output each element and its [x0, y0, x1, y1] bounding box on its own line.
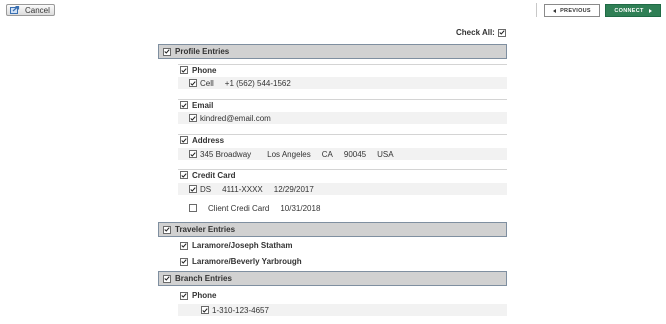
card-expiry: 10/31/2018 [280, 203, 321, 213]
credit-card-checkbox[interactable] [180, 171, 188, 179]
group-header-address: Address [178, 134, 507, 145]
address-street: 345 Broadway [200, 149, 252, 159]
group-label: Phone [192, 291, 217, 300]
checkmark-icon [164, 227, 170, 232]
checkmark-icon [202, 307, 208, 313]
section-header-branch-entries: Branch Entries [158, 271, 507, 286]
phone-number: +1 (562) 544-1562 [224, 78, 291, 88]
checkmark-icon [181, 137, 187, 143]
checkmark-icon [181, 293, 187, 298]
card-expiry: 12/29/2017 [273, 184, 314, 194]
client-card-checkbox[interactable] [189, 204, 197, 212]
list-item-cell-phone: Cell +1 (562) 544-1562 [178, 77, 507, 89]
group-header-phone: Phone [178, 64, 507, 75]
email-value: kindred@email.com [200, 113, 271, 123]
group-label: Email [192, 100, 214, 110]
section-title: Traveler Entries [175, 225, 236, 234]
address-zip: 90045 [343, 149, 367, 159]
checkmark-icon [181, 259, 187, 264]
connect-button[interactable]: CONNECT [605, 4, 661, 17]
address-state: CA [321, 149, 333, 159]
address-checkbox[interactable] [180, 136, 188, 144]
traveler-entries-checkbox[interactable] [163, 225, 171, 234]
section-header-profile-entries: Profile Entries [158, 44, 507, 59]
branch-entries-checkbox[interactable] [163, 274, 171, 283]
group-label: Address [192, 135, 225, 145]
address-value-checkbox[interactable] [189, 150, 197, 158]
checkmark-icon [181, 102, 187, 108]
checkmark-icon [190, 151, 196, 157]
phone-checkbox[interactable] [180, 66, 188, 74]
list-item-client-credit-card: Client Credi Card 10/31/2018 [178, 202, 507, 214]
card-ds-checkbox[interactable] [189, 185, 197, 193]
list-item-email: kindred@email.com [178, 112, 507, 124]
branch-phone-number: 1-310-123-4657 [212, 305, 269, 315]
traveler-name: Laramore/Beverly Yarbrough [192, 257, 302, 266]
section-header-traveler-entries: Traveler Entries [158, 222, 507, 237]
card-name: Client Credi Card [208, 203, 270, 213]
checkmark-icon [190, 80, 196, 86]
group-label: Phone [192, 65, 217, 75]
list-item-address: 345 Broadway Los Angeles CA 90045 USA [178, 148, 507, 160]
group-header-credit-card: Credit Card [178, 169, 507, 180]
check-all-checkbox[interactable] [497, 28, 506, 37]
cancel-label: Cancel [25, 5, 50, 15]
checkmark-icon [181, 243, 187, 248]
traveler-checkbox[interactable] [180, 257, 188, 266]
section-title: Profile Entries [175, 47, 230, 56]
address-city: Los Angeles [267, 149, 311, 159]
group-header-branch-phone: Phone [178, 290, 507, 301]
checkmark-icon [499, 30, 505, 35]
branch-phone-value-checkbox[interactable] [201, 306, 209, 314]
checkmark-icon [181, 67, 187, 73]
checkmark-icon [190, 115, 196, 121]
checkmark-icon [190, 186, 196, 192]
checkmark-icon [164, 276, 170, 281]
list-item-traveler: Laramore/Joseph Statham [178, 240, 507, 251]
list-item-credit-card-ds: DS 4111-XXXX 12/29/2017 [178, 183, 507, 195]
checkmark-icon [181, 172, 187, 178]
arrow-right-icon [648, 8, 652, 13]
email-checkbox[interactable] [180, 101, 188, 109]
phone-type: Cell [200, 78, 214, 88]
section-title: Branch Entries [175, 274, 232, 283]
check-all-label: Check All: [456, 28, 495, 37]
arrow-left-icon [553, 8, 557, 13]
cancel-button[interactable]: Cancel [6, 4, 55, 16]
list-item-traveler: Laramore/Beverly Yarbrough [178, 256, 507, 267]
list-item-branch-phone: 1-310-123-4657 [178, 304, 507, 316]
group-label: Credit Card [192, 170, 236, 180]
cancel-icon [10, 5, 20, 14]
card-number: 4111-XXXX [222, 184, 263, 194]
previous-label: PREVIOUS [560, 7, 591, 14]
traveler-checkbox[interactable] [180, 241, 188, 250]
previous-button[interactable]: PREVIOUS [544, 4, 600, 17]
address-country: USA [377, 149, 394, 159]
profile-entries-checkbox[interactable] [163, 47, 171, 56]
connect-label: CONNECT [614, 7, 644, 14]
group-header-email: Email [178, 99, 507, 110]
toolbar: Cancel PREVIOUS CONNECT [0, 0, 666, 20]
card-type: DS [200, 184, 212, 194]
check-all: Check All: [456, 28, 506, 37]
traveler-name: Laramore/Joseph Statham [192, 241, 293, 250]
email-value-checkbox[interactable] [189, 114, 197, 122]
cell-phone-checkbox[interactable] [189, 79, 197, 87]
checkmark-icon [164, 49, 170, 54]
branch-phone-checkbox[interactable] [180, 291, 188, 300]
toolbar-divider [536, 3, 537, 17]
